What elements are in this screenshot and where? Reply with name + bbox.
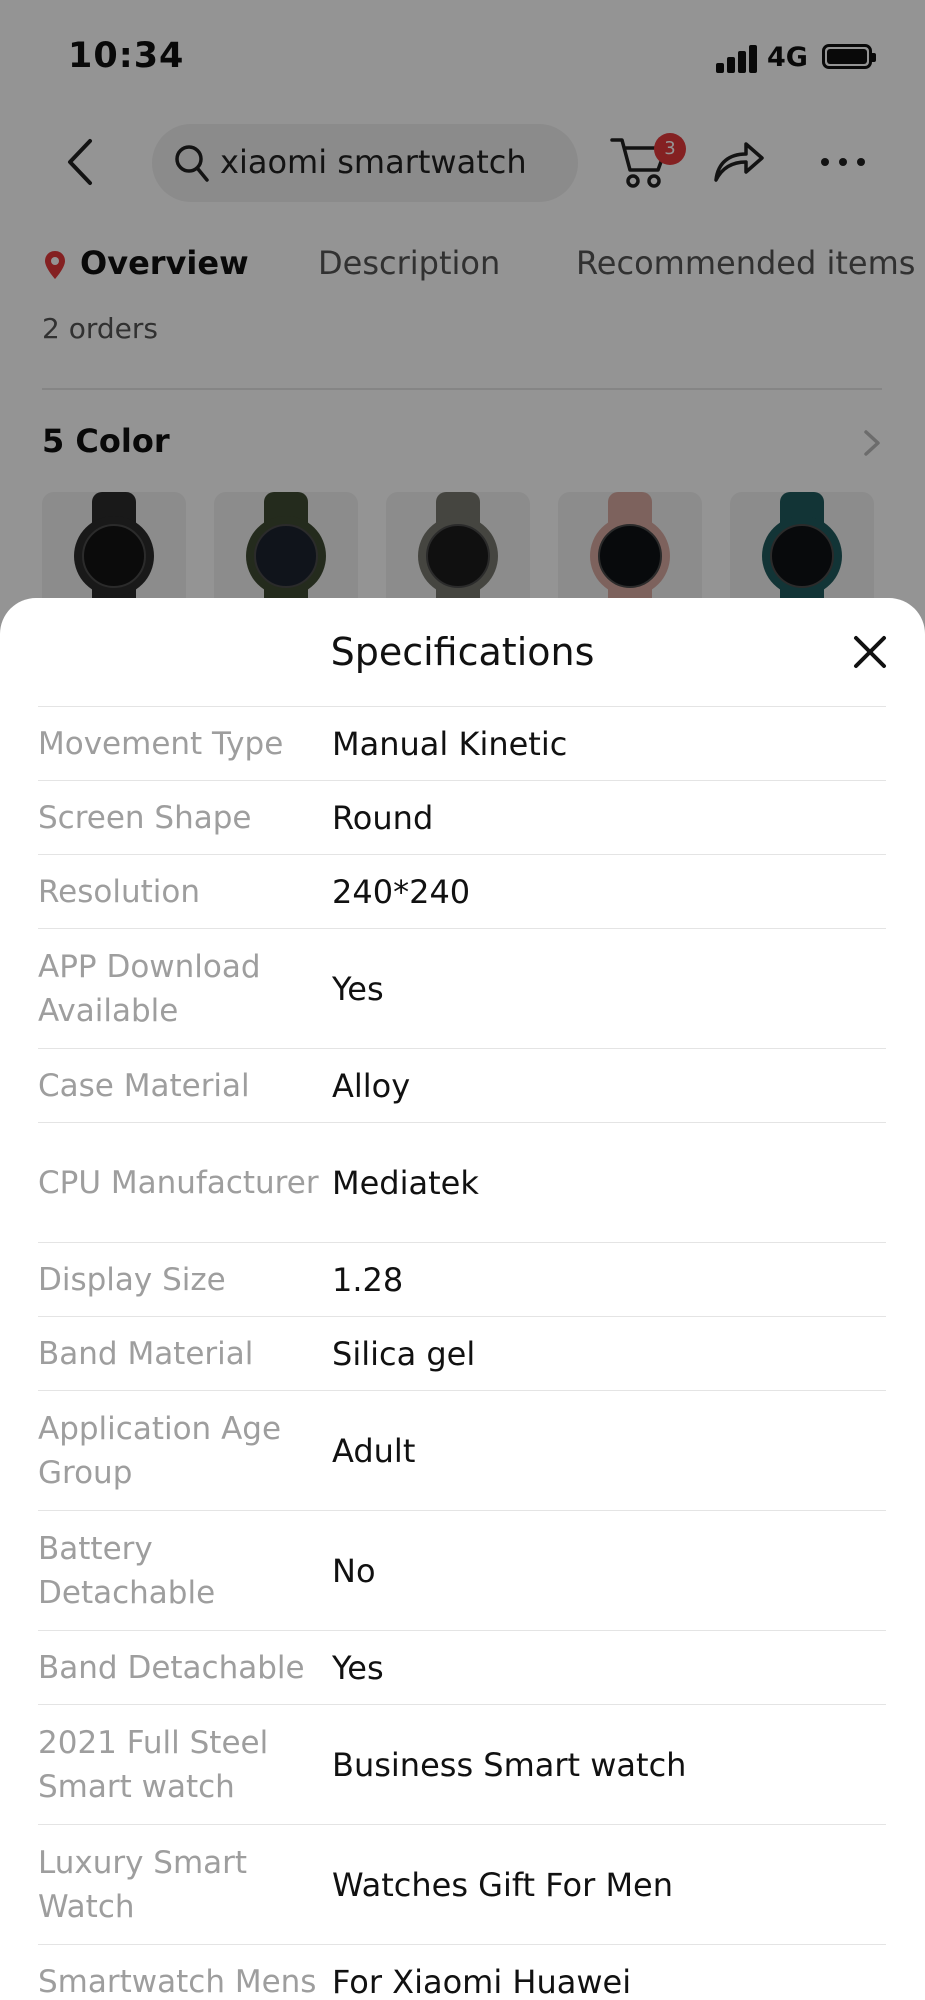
spec-row: APP Download Available Yes: [38, 929, 886, 1049]
spec-label: Smartwatch Mens: [38, 1963, 317, 2000]
spec-label: Band Detachable: [38, 1649, 305, 1686]
spec-value: Yes: [332, 1648, 384, 1687]
spec-row: Band Material Silica gel: [38, 1317, 886, 1391]
spec-value: Mediatek: [332, 1163, 479, 1202]
spec-label: Resolution: [38, 873, 200, 910]
close-button[interactable]: [848, 630, 892, 674]
spec-value: Yes: [332, 969, 384, 1008]
spec-row: Application Age Group Adult: [38, 1391, 886, 1511]
spec-row: Band Detachable Yes: [38, 1631, 886, 1705]
spec-label: Case Material: [38, 1067, 250, 1104]
spec-row: Movement Type Manual Kinetic: [38, 707, 886, 781]
spec-row: Screen Shape Round: [38, 781, 886, 855]
spec-value: 1.28: [332, 1260, 404, 1299]
sheet-title: Specifications: [330, 630, 595, 674]
specifications-sheet: Specifications Movement Type Manual Kinet…: [0, 598, 925, 2000]
spec-label: Display Size: [38, 1261, 226, 1298]
spec-value: Watches Gift For Men: [332, 1865, 674, 1904]
spec-value: 240*240: [332, 872, 471, 911]
spec-row: CPU Manufacturer Mediatek: [38, 1123, 886, 1243]
spec-label: Band Material: [38, 1335, 254, 1372]
spec-row: 2021 Full Steel Smart watch Business Smar…: [38, 1705, 886, 1825]
spec-label: APP Download Available: [38, 948, 261, 1029]
spec-label: CPU Manufacturer: [38, 1164, 319, 1201]
spec-row: Luxury Smart Watch Watches Gift For Men: [38, 1825, 886, 1945]
close-icon: [854, 636, 886, 668]
spec-row: Battery Detachable No: [38, 1511, 886, 1631]
spec-label: Screen Shape: [38, 799, 252, 836]
spec-value: For Xiaomi Huawei: [332, 1962, 632, 2000]
spec-value: Business Smart watch: [332, 1745, 687, 1784]
spec-label: Battery Detachable: [38, 1530, 216, 1611]
spec-value: No: [332, 1551, 376, 1590]
spec-value: Manual Kinetic: [332, 724, 568, 763]
spec-value: Alloy: [332, 1066, 411, 1105]
spec-row: Case Material Alloy: [38, 1049, 886, 1123]
spec-label: Luxury Smart Watch: [38, 1844, 248, 1925]
spec-row: Display Size 1.28: [38, 1243, 886, 1317]
specifications-list: Movement Type Manual Kinetic Screen Shape R…: [38, 707, 886, 2000]
spec-value: Adult: [332, 1431, 416, 1470]
spec-label: 2021 Full Steel Smart watch: [38, 1724, 269, 1805]
spec-row: Smartwatch Mens For Xiaomi Huawei: [38, 1945, 886, 2000]
spec-label: Application Age Group: [38, 1410, 282, 1491]
spec-value: Silica gel: [332, 1334, 476, 1373]
spec-label: Movement Type: [38, 725, 284, 762]
spec-row: Resolution 240*240: [38, 855, 886, 929]
spec-value: Round: [332, 798, 434, 837]
